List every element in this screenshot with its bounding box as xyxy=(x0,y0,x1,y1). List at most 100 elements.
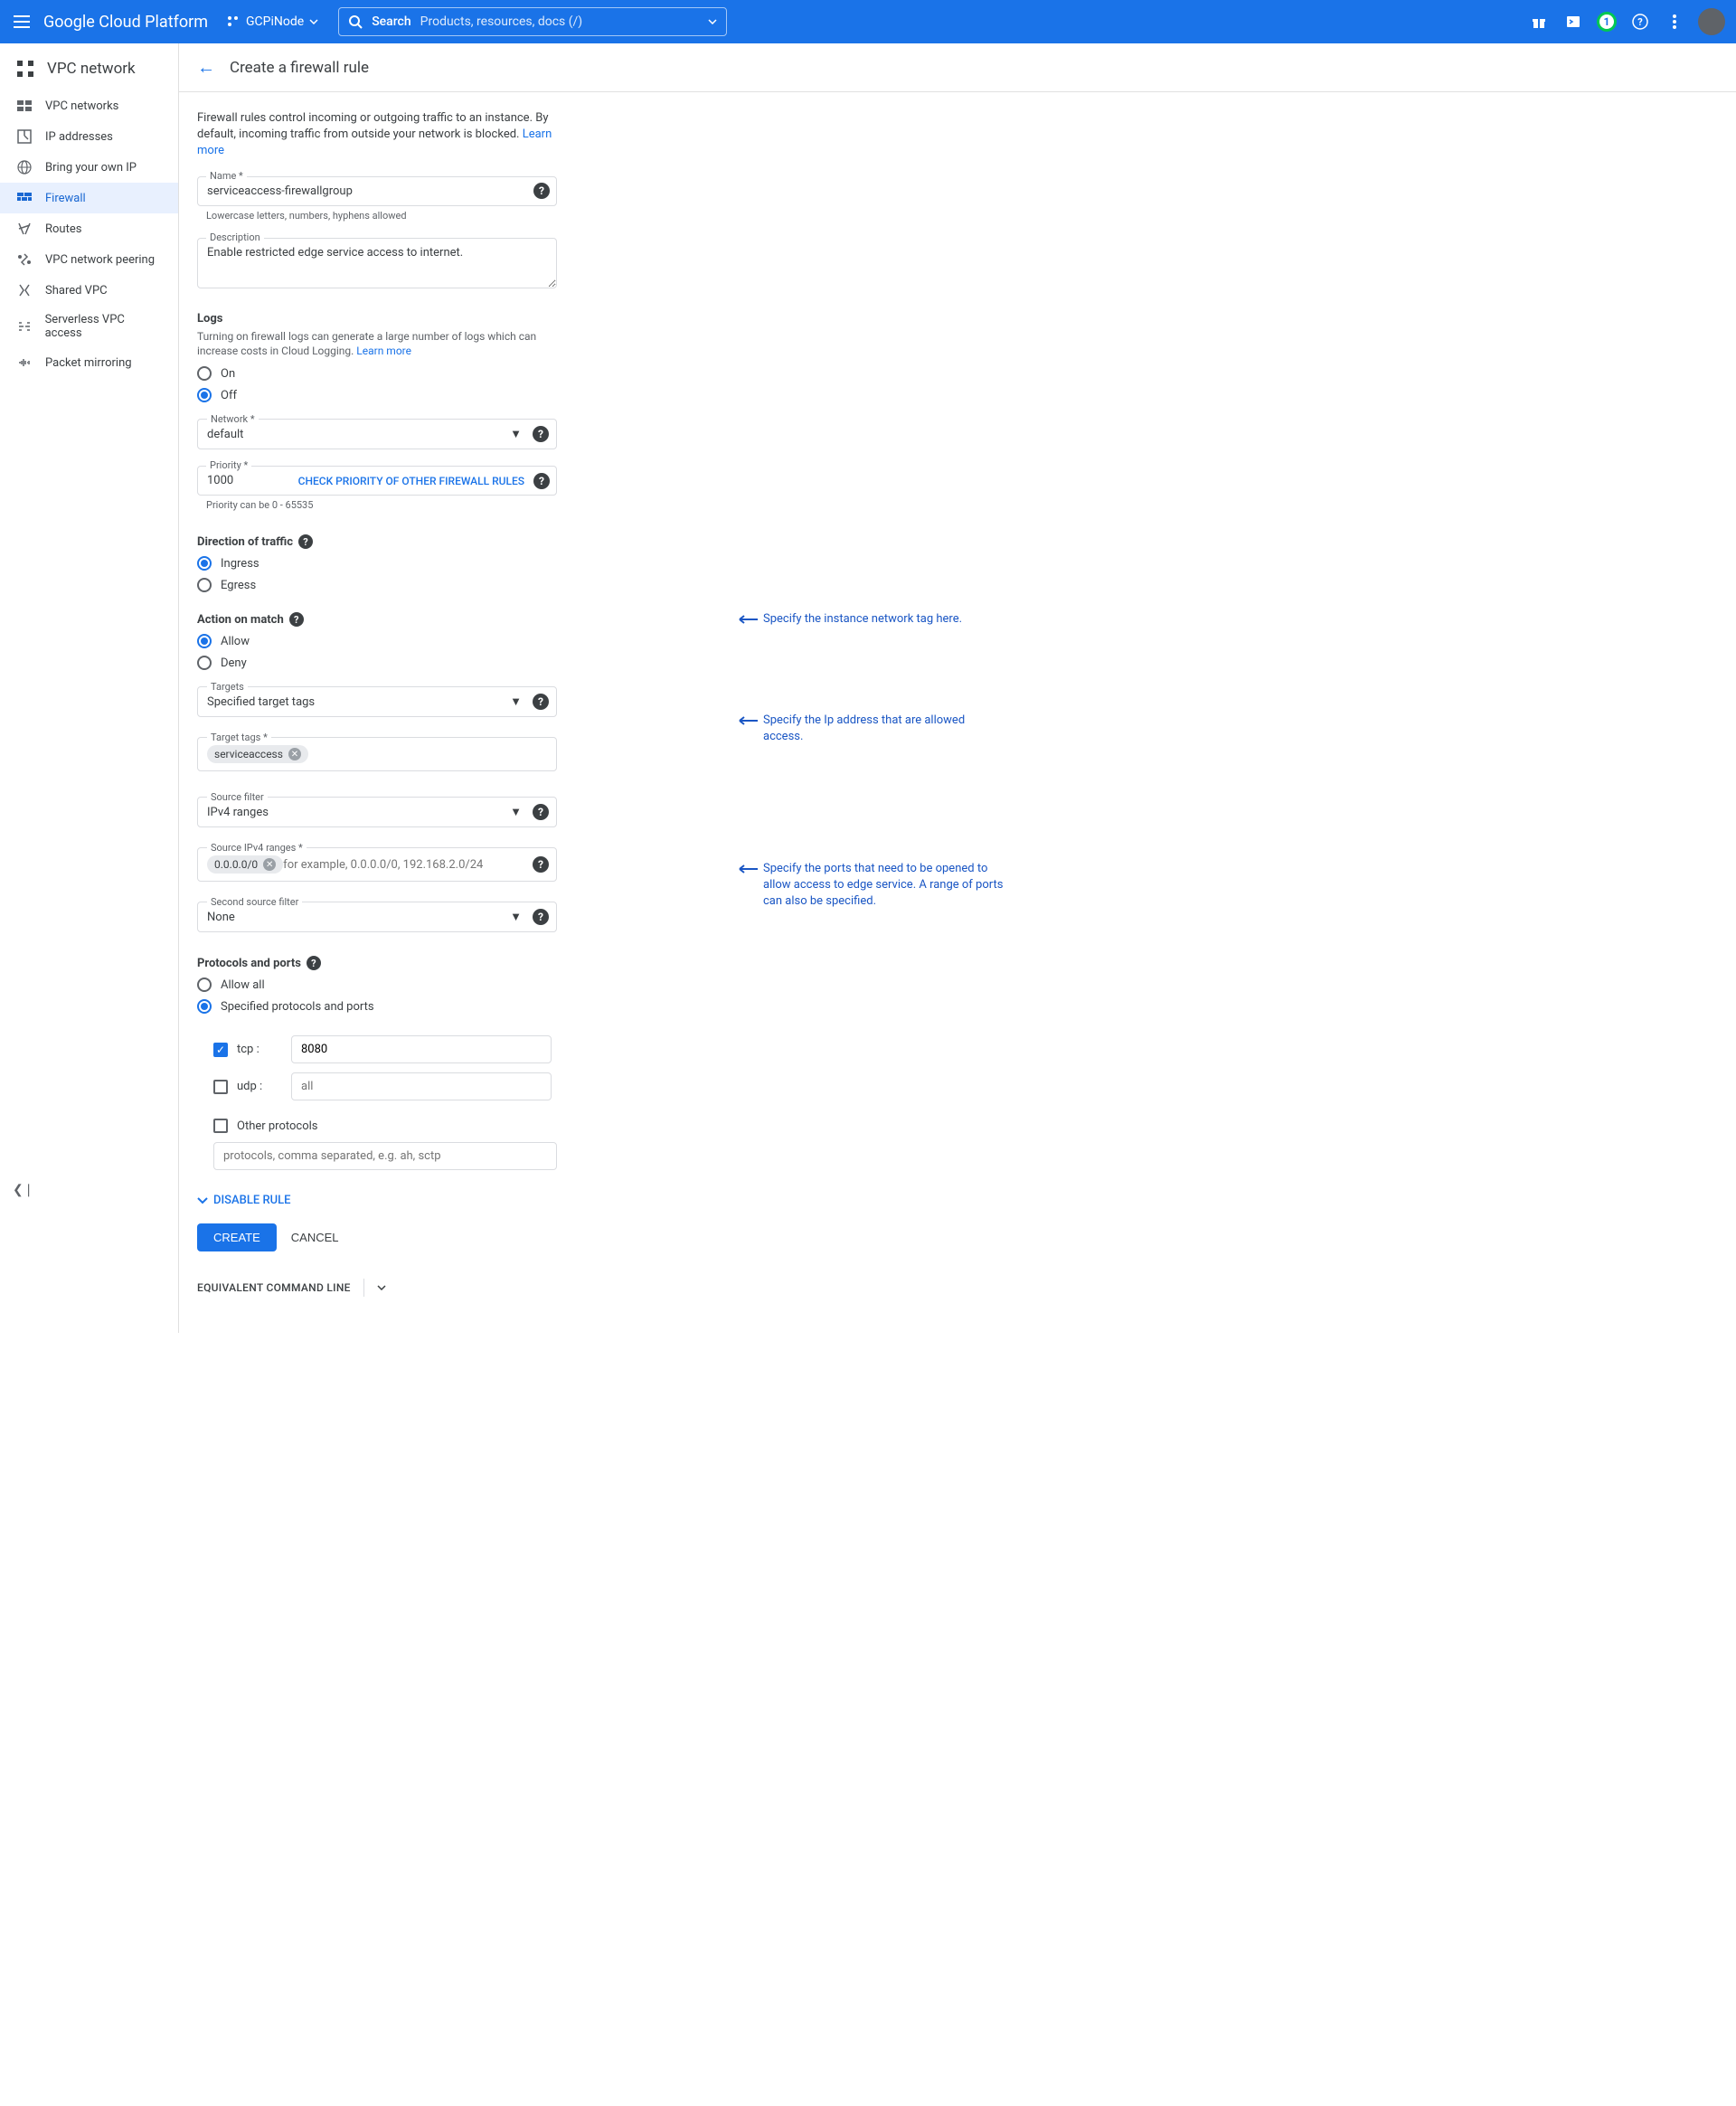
ingress-radio[interactable]: Ingress xyxy=(197,556,1718,571)
source-filter-select[interactable]: Source filter IPv4 ranges ▼ ? xyxy=(197,797,557,827)
equivalent-cli-button[interactable]: EQUIVALENT COMMAND LINE xyxy=(197,1281,351,1294)
chevron-down-icon xyxy=(309,19,318,24)
sidebar-item-mirror[interactable]: Packet mirroring xyxy=(0,347,178,378)
help-icon[interactable]: ? xyxy=(307,956,321,970)
peering-icon xyxy=(16,251,33,268)
create-button[interactable]: CREATE xyxy=(197,1223,277,1251)
more-menu-icon[interactable] xyxy=(1664,11,1685,33)
action-heading: Action on match xyxy=(197,613,284,627)
project-selector[interactable]: GCPiNode xyxy=(226,14,318,29)
help-icon[interactable]: ? xyxy=(533,473,550,489)
main-content: ← Create a firewall rule Firewall rules … xyxy=(179,43,1736,1333)
udp-ports-input[interactable] xyxy=(291,1072,552,1100)
search-icon xyxy=(348,14,363,29)
check-priority-link[interactable]: CHECK PRIORITY OF OTHER FIREWALL RULES xyxy=(298,475,524,487)
routes-icon xyxy=(16,221,33,237)
notifications-badge[interactable]: 1 xyxy=(1597,12,1617,32)
logs-on-radio[interactable]: On xyxy=(197,366,1718,381)
sidebar-item-firewall[interactable]: Firewall xyxy=(0,183,178,213)
help-icon[interactable]: ? xyxy=(533,426,549,442)
tcp-checkbox[interactable]: ✓ xyxy=(213,1043,228,1057)
cancel-button[interactable]: CANCEL xyxy=(291,1231,339,1244)
chevron-down-icon: ▼ xyxy=(510,910,522,924)
remove-chip-icon[interactable]: ✕ xyxy=(288,748,301,760)
other-proto-label: Other protocols xyxy=(237,1119,318,1133)
search-placeholder: Products, resources, docs (/) xyxy=(420,14,583,29)
chevron-down-icon: ▼ xyxy=(510,694,522,709)
sidebar-item-byoip[interactable]: Bring your own IP xyxy=(0,152,178,183)
source-ranges-input[interactable]: Source IPv4 ranges * 0.0.0.0/0✕ ? xyxy=(197,847,557,882)
tcp-label: tcp : xyxy=(237,1043,282,1056)
annotation-ports: Specify the ports that need to be opened… xyxy=(736,861,1007,911)
sidebar-item-peering[interactable]: VPC network peering xyxy=(0,244,178,275)
help-icon[interactable]: ? xyxy=(533,183,550,199)
serverless-icon xyxy=(16,318,33,335)
sidebar-item-ip-addresses[interactable]: IP addresses xyxy=(0,121,178,152)
shared-icon xyxy=(16,282,33,298)
sidebar-item-vpc-networks[interactable]: VPC networks xyxy=(0,90,178,121)
tcp-ports-input[interactable] xyxy=(291,1035,552,1063)
brand-text[interactable]: Google Cloud Platform xyxy=(43,13,208,32)
search-label: Search xyxy=(372,14,410,29)
help-icon[interactable]: ? xyxy=(533,804,549,820)
intro-text: Firewall rules control incoming or outgo… xyxy=(197,110,559,160)
search-bar[interactable]: Search Products, resources, docs (/) xyxy=(338,7,727,36)
chevron-down-icon: ▼ xyxy=(510,805,522,819)
cloud-shell-icon[interactable] xyxy=(1562,11,1584,33)
other-proto-checkbox[interactable] xyxy=(213,1119,228,1133)
help-icon[interactable]: ? xyxy=(533,856,549,873)
deny-radio[interactable]: Deny xyxy=(197,656,1718,670)
target-tags-input[interactable]: Target tags * serviceaccess✕ xyxy=(197,737,557,771)
udp-checkbox[interactable] xyxy=(213,1080,228,1094)
name-input[interactable] xyxy=(197,176,557,206)
sidebar-item-shared-vpc[interactable]: Shared VPC xyxy=(0,275,178,306)
range-extra-input[interactable] xyxy=(283,858,547,872)
ip-icon xyxy=(16,128,33,145)
proto-heading: Protocols and ports xyxy=(197,957,301,970)
hamburger-menu-icon[interactable] xyxy=(11,11,33,33)
logs-learn-more-link[interactable]: Learn more xyxy=(356,345,411,357)
allow-radio[interactable]: Allow xyxy=(197,634,1718,648)
help-icon[interactable]: ? xyxy=(1629,11,1651,33)
back-arrow-icon[interactable]: ← xyxy=(197,56,215,79)
project-name: GCPiNode xyxy=(246,14,304,29)
top-header: Google Cloud Platform GCPiNode Search Pr… xyxy=(0,0,1736,43)
range-chip: 0.0.0.0/0✕ xyxy=(207,855,283,874)
annotation-tags: Specify the instance network tag here. xyxy=(736,611,962,628)
chevron-down-icon xyxy=(197,1197,208,1204)
chevron-down-icon xyxy=(708,19,717,24)
network-select[interactable]: Network * default ▼ ? xyxy=(197,419,557,449)
second-source-select[interactable]: Second source filter None ▼ ? xyxy=(197,902,557,932)
sidebar: VPC network VPC networks IP addresses Br… xyxy=(0,43,179,1333)
chevron-down-icon: ▼ xyxy=(510,427,522,441)
logs-heading: Logs xyxy=(197,312,1718,326)
name-label: Name * xyxy=(206,170,247,182)
direction-heading: Direction of traffic xyxy=(197,535,293,549)
chevron-down-icon[interactable] xyxy=(377,1285,386,1290)
priority-hint: Priority can be 0 - 65535 xyxy=(206,499,1718,511)
allow-all-radio[interactable]: Allow all xyxy=(197,977,1718,992)
desc-input[interactable] xyxy=(197,238,557,288)
help-icon[interactable]: ? xyxy=(289,612,304,627)
help-icon[interactable]: ? xyxy=(533,909,549,925)
other-proto-input[interactable] xyxy=(213,1142,557,1170)
tag-chip: serviceaccess✕ xyxy=(207,745,308,763)
firewall-icon xyxy=(16,190,33,206)
sidebar-item-routes[interactable]: Routes xyxy=(0,213,178,244)
sidebar-title: VPC network xyxy=(0,51,178,90)
globe-icon xyxy=(16,159,33,175)
remove-chip-icon[interactable]: ✕ xyxy=(263,858,276,871)
logs-subtext: Turning on firewall logs can generate a … xyxy=(197,329,557,360)
sidebar-item-serverless[interactable]: Serverless VPC access xyxy=(0,306,178,347)
disable-rule-toggle[interactable]: DISABLE RULE xyxy=(197,1194,1718,1207)
collapse-sidebar-icon[interactable]: ❮❘ xyxy=(13,1183,33,1197)
logs-off-radio[interactable]: Off xyxy=(197,388,1718,402)
targets-select[interactable]: Targets Specified target tags ▼ ? xyxy=(197,686,557,717)
name-hint: Lowercase letters, numbers, hyphens allo… xyxy=(206,210,1718,222)
gift-icon[interactable] xyxy=(1528,11,1550,33)
egress-radio[interactable]: Egress xyxy=(197,578,1718,592)
help-icon[interactable]: ? xyxy=(298,534,313,549)
help-icon[interactable]: ? xyxy=(533,694,549,710)
specified-radio[interactable]: Specified protocols and ports xyxy=(197,999,1718,1014)
user-avatar[interactable] xyxy=(1698,8,1725,35)
